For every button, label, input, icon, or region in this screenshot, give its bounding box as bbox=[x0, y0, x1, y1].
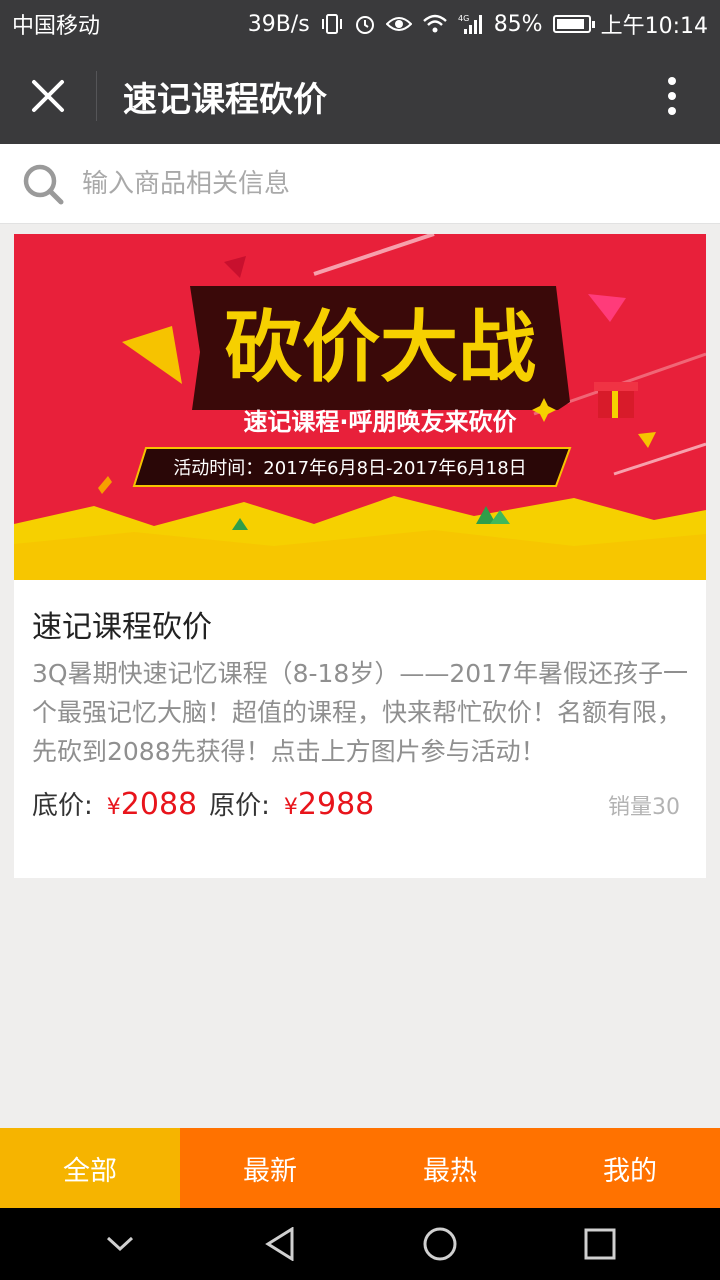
alarm-icon bbox=[354, 13, 376, 35]
original-price-currency: ¥ bbox=[283, 795, 298, 820]
clock: 上午10:14 bbox=[600, 14, 708, 39]
eye-icon bbox=[385, 15, 412, 33]
tab-hottest[interactable]: 最热 bbox=[360, 1128, 540, 1208]
status-icons: 39B/s 4G 85% 上午10:14 bbox=[248, 8, 708, 40]
signal-type-label: 4G bbox=[458, 14, 469, 23]
network-speed: 39B/s bbox=[247, 11, 310, 37]
recents-button[interactable] bbox=[560, 1208, 640, 1280]
floor-price: ¥2088 bbox=[107, 787, 197, 822]
banner-subline: 速记课程·呼朋唤友来砍价 bbox=[243, 408, 517, 436]
tab-newest[interactable]: 最新 bbox=[180, 1128, 360, 1208]
system-navigation-bar bbox=[0, 1208, 720, 1280]
product-info: 速记课程砍价 3Q暑期快速记忆课程（8-18岁）——2017年暑假还孩子一个最强… bbox=[14, 580, 706, 822]
sales-count: 销量30 bbox=[608, 795, 680, 820]
floor-price-value: 2088 bbox=[120, 787, 198, 822]
home-button[interactable] bbox=[400, 1208, 480, 1280]
product-description: 3Q暑期快速记忆课程（8-18岁）——2017年暑假还孩子一个最强记忆大脑！超值… bbox=[32, 659, 688, 766]
cellular-signal-icon: 4G bbox=[458, 13, 484, 35]
banner-dates: 活动时间：2017年6月8日-2017年6月18日 bbox=[173, 458, 526, 479]
vibrate-icon bbox=[320, 13, 344, 35]
product-banner[interactable]: 砍价大战 速记课程·呼朋唤友来砍价 活动时间：2017年6月8日-2017年6月… bbox=[14, 234, 706, 580]
carrier-name: 中国移动 bbox=[12, 14, 101, 39]
price-row: 底价: ¥2088 原价: ¥2988 销量30 bbox=[32, 785, 688, 822]
product-title: 速记课程砍价 bbox=[32, 610, 212, 645]
search-icon bbox=[23, 164, 64, 204]
tab-mine[interactable]: 我的 bbox=[540, 1128, 720, 1208]
title-bar: 速记课程砍价 bbox=[0, 48, 720, 144]
more-vertical-icon bbox=[668, 77, 676, 115]
recents-icon bbox=[584, 1228, 616, 1260]
back-button[interactable] bbox=[240, 1208, 320, 1280]
close-icon bbox=[32, 80, 64, 112]
status-bar: 中国移动 39B/s 4G 85% 上午10:14 bbox=[0, 0, 720, 48]
tab-all[interactable]: 全部 bbox=[0, 1128, 180, 1208]
product-card[interactable]: 砍价大战 速记课程·呼朋唤友来砍价 活动时间：2017年6月8日-2017年6月… bbox=[14, 234, 706, 878]
original-price-label: 原价: bbox=[209, 791, 270, 821]
close-button[interactable] bbox=[0, 48, 96, 144]
original-price: ¥2988 bbox=[284, 787, 374, 822]
search-input[interactable] bbox=[82, 168, 642, 199]
back-icon bbox=[265, 1227, 294, 1261]
page-title: 速记课程砍价 bbox=[123, 79, 327, 120]
search-bar bbox=[0, 144, 720, 224]
wifi-icon bbox=[422, 14, 448, 34]
chevron-down-icon bbox=[106, 1236, 134, 1252]
floor-price-currency: ¥ bbox=[106, 795, 121, 820]
original-price-value: 2988 bbox=[297, 787, 375, 822]
bottom-tab-bar: 全部 最新 最热 我的 bbox=[0, 1128, 720, 1208]
more-options-button[interactable] bbox=[624, 48, 720, 144]
home-icon bbox=[423, 1227, 457, 1261]
floor-price-label: 底价: bbox=[32, 791, 93, 821]
banner-headline: 砍价大战 bbox=[224, 303, 536, 393]
battery-percent: 85% bbox=[493, 11, 543, 37]
battery-icon bbox=[552, 15, 595, 33]
hide-nav-button[interactable] bbox=[80, 1208, 160, 1280]
